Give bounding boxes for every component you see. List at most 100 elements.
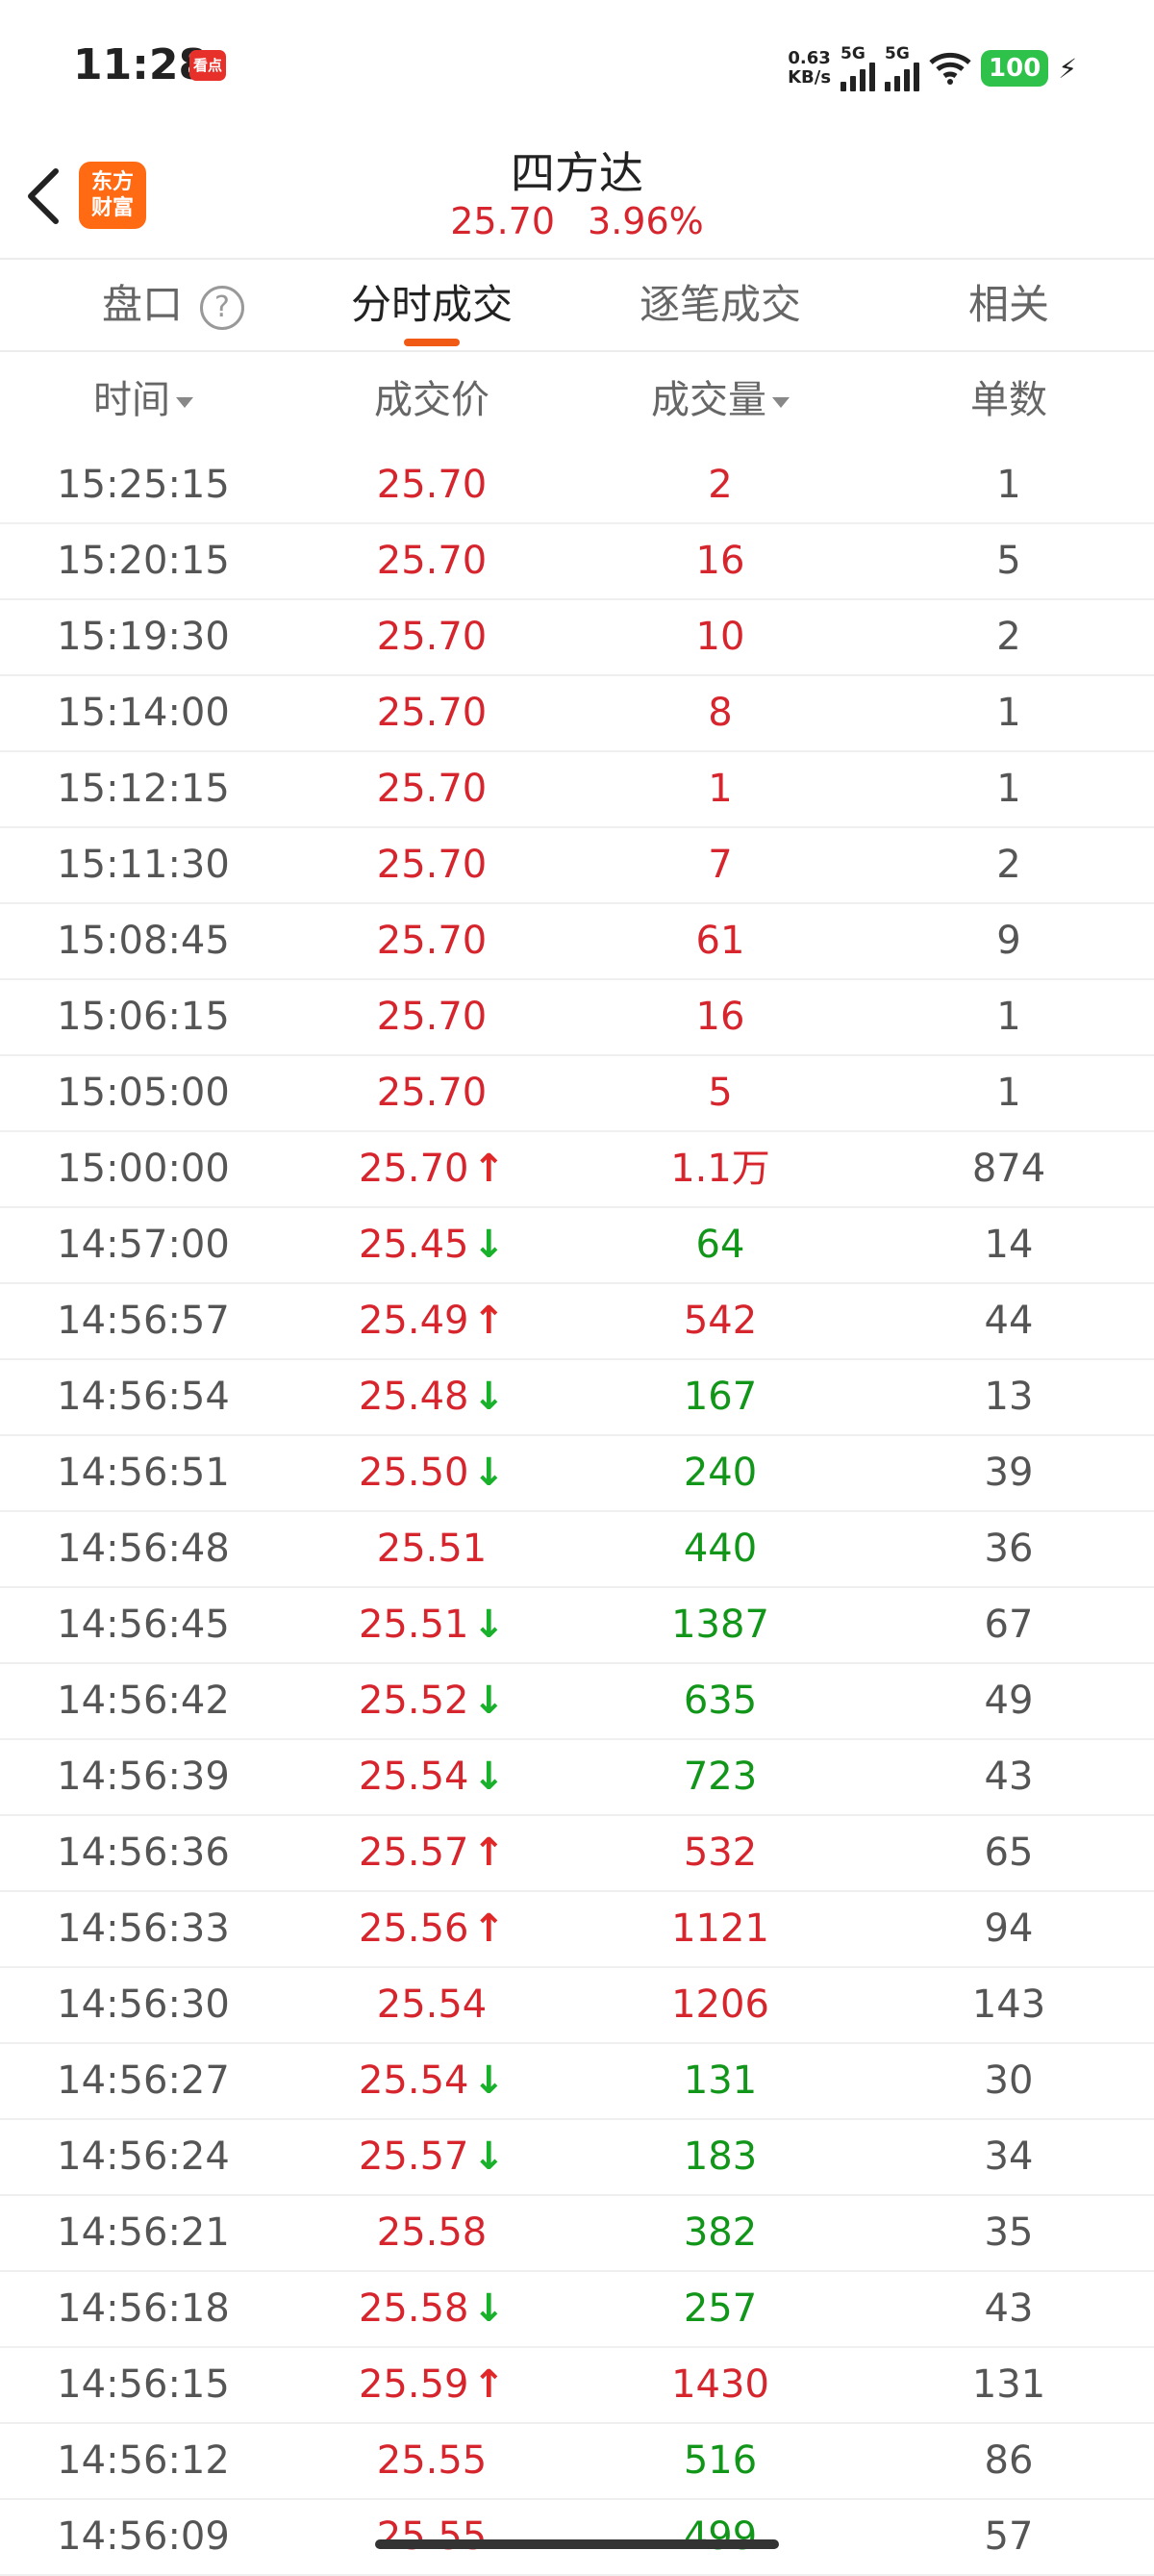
trade-volume: 16	[695, 539, 745, 583]
trade-count: 9	[996, 919, 1021, 963]
trade-volume: 183	[683, 2134, 758, 2179]
trade-price-value: 25.57	[358, 1831, 469, 1875]
table-row: 15:14:00 25.70 8 1	[0, 676, 1154, 752]
trade-time: 14:56:12	[57, 2438, 230, 2483]
trade-volume: 1	[708, 767, 733, 811]
trade-price: 25.52 ↓	[359, 1664, 505, 1738]
trade-price: 25.57 ↑	[359, 1816, 505, 1890]
trade-count: 2	[996, 843, 1021, 887]
trade-count: 86	[984, 2438, 1034, 2483]
column-time-sort[interactable]: 时间	[93, 352, 193, 448]
table-row: 15:25:15 25.70 2 1	[0, 448, 1154, 524]
stock-quote: 25.70 3.96%	[0, 200, 1154, 242]
tab-related[interactable]: 相关	[968, 260, 1049, 350]
trade-price: 25.54 ↓	[359, 1740, 505, 1814]
column-volume-sort[interactable]: 成交量	[651, 352, 790, 448]
trade-price: 25.59 ↑	[359, 2348, 505, 2422]
trade-list[interactable]: 15:25:15 25.70 2 1 15:20:15 25.70 16 5 15:19:30 2…	[0, 448, 1154, 2576]
tab-tick-trades[interactable]: 逐笔成交	[640, 260, 801, 350]
trade-price-value: 25.49	[358, 1299, 469, 1343]
trade-volume: 2	[708, 463, 733, 507]
trade-price: 25.70 ↑	[359, 1132, 505, 1206]
stock-name: 四方达	[511, 147, 643, 199]
trade-count: 1	[996, 767, 1021, 811]
trade-count: 43	[984, 1755, 1034, 1799]
trade-volume: 7	[708, 843, 733, 887]
table-row: 15:00:00 25.70 ↑ 1.1万 874	[0, 1132, 1154, 1208]
trade-price-value: 25.70	[376, 919, 488, 963]
trade-count: 30	[984, 2058, 1034, 2103]
trade-time: 14:56:42	[57, 1679, 230, 1723]
trade-price: 25.48 ↓	[359, 1360, 505, 1434]
trade-price-value: 25.70	[376, 767, 488, 811]
trade-volume: 167	[683, 1375, 758, 1419]
stock-change-pct: 3.96%	[588, 200, 704, 242]
table-row: 14:56:18 25.58 ↓ 257 43	[0, 2272, 1154, 2348]
trade-price-value: 25.70	[358, 1147, 469, 1191]
trade-count: 34	[984, 2134, 1034, 2179]
trade-price: 25.49 ↑	[359, 1284, 505, 1358]
trade-volume: 499	[683, 2514, 758, 2559]
trade-time: 14:56:27	[57, 2058, 230, 2103]
arrow-down-icon: ↓	[472, 2286, 506, 2331]
table-row: 14:56:15 25.59 ↑ 1430 131	[0, 2348, 1154, 2424]
trade-volume: 64	[695, 1223, 745, 1267]
charging-icon: ⚡	[1058, 52, 1077, 85]
trade-price: 25.70	[377, 1056, 488, 1130]
trade-price: 25.56 ↑	[359, 1892, 505, 1966]
wifi-icon	[929, 52, 971, 85]
trade-count: 874	[971, 1147, 1046, 1191]
trade-time: 14:56:09	[57, 2514, 230, 2559]
table-row: 14:56:54 25.48 ↓ 167 13	[0, 1360, 1154, 1436]
trade-price-value: 25.59	[358, 2362, 469, 2407]
trade-price-value: 25.51	[376, 1527, 488, 1571]
arrow-down-icon: ↓	[472, 1375, 506, 1419]
tab-minute-trades[interactable]: 分时成交	[351, 260, 513, 350]
trade-count: 36	[984, 1527, 1034, 1571]
tab-bar: 盘口? 分时成交 逐笔成交 相关	[0, 260, 1154, 350]
trade-volume: 16	[695, 995, 745, 1039]
arrow-up-icon: ↑	[472, 1907, 506, 1951]
trade-price: 25.50 ↓	[359, 1436, 505, 1510]
help-icon[interactable]: ?	[200, 285, 245, 330]
arrow-up-icon: ↑	[472, 1831, 506, 1875]
table-row: 15:06:15 25.70 16 1	[0, 980, 1154, 1056]
stock-price: 25.70	[450, 200, 556, 242]
stock-header: 东方 财富 四方达 25.70 3.96%	[0, 135, 1154, 258]
table-row: 14:57:00 25.45 ↓ 64 14	[0, 1208, 1154, 1284]
home-indicator[interactable]	[375, 2539, 779, 2549]
table-row: 14:56:09 25.55 499 57	[0, 2500, 1154, 2576]
signal-icon: 5G	[840, 45, 876, 91]
trade-count: 1	[996, 995, 1021, 1039]
table-row: 14:56:51 25.50 ↓ 240 39	[0, 1436, 1154, 1512]
trade-time: 15:00:00	[57, 1147, 230, 1191]
trade-price-value: 25.70	[376, 463, 488, 507]
status-bar: 11:28 看点 0.63 KB/s 5G 5G 100 ⚡	[0, 0, 1154, 135]
trade-time: 15:08:45	[57, 919, 230, 963]
table-row: 15:12:15 25.70 1 1	[0, 752, 1154, 828]
trade-volume: 240	[683, 1451, 758, 1495]
tab-orderbook[interactable]: 盘口?	[102, 260, 245, 350]
arrow-up-icon: ↑	[472, 2362, 506, 2407]
trade-count: 2	[996, 615, 1021, 659]
table-row: 15:11:30 25.70 7 2	[0, 828, 1154, 904]
table-row: 14:56:24 25.57 ↓ 183 34	[0, 2120, 1154, 2196]
trade-count: 13	[984, 1375, 1034, 1419]
trade-count: 67	[984, 1603, 1034, 1647]
table-row: 14:56:39 25.54 ↓ 723 43	[0, 1740, 1154, 1816]
arrow-down-icon: ↓	[472, 1679, 506, 1723]
trade-price-value: 25.50	[358, 1451, 469, 1495]
trade-price: 25.70	[377, 828, 488, 902]
trade-price: 25.57 ↓	[359, 2120, 505, 2194]
table-row: 15:08:45 25.70 61 9	[0, 904, 1154, 980]
column-count: 单数	[970, 378, 1047, 422]
trade-time: 15:06:15	[57, 995, 230, 1039]
trade-time: 15:12:15	[57, 767, 230, 811]
trade-count: 1	[996, 463, 1021, 507]
trade-price: 25.70	[377, 676, 488, 750]
trade-price: 25.55	[377, 2500, 488, 2574]
trade-count: 57	[984, 2514, 1034, 2559]
table-row: 14:56:48 25.51 440 36	[0, 1512, 1154, 1588]
app-notification-icon: 看点	[189, 50, 226, 81]
trade-time: 14:56:36	[57, 1831, 230, 1875]
